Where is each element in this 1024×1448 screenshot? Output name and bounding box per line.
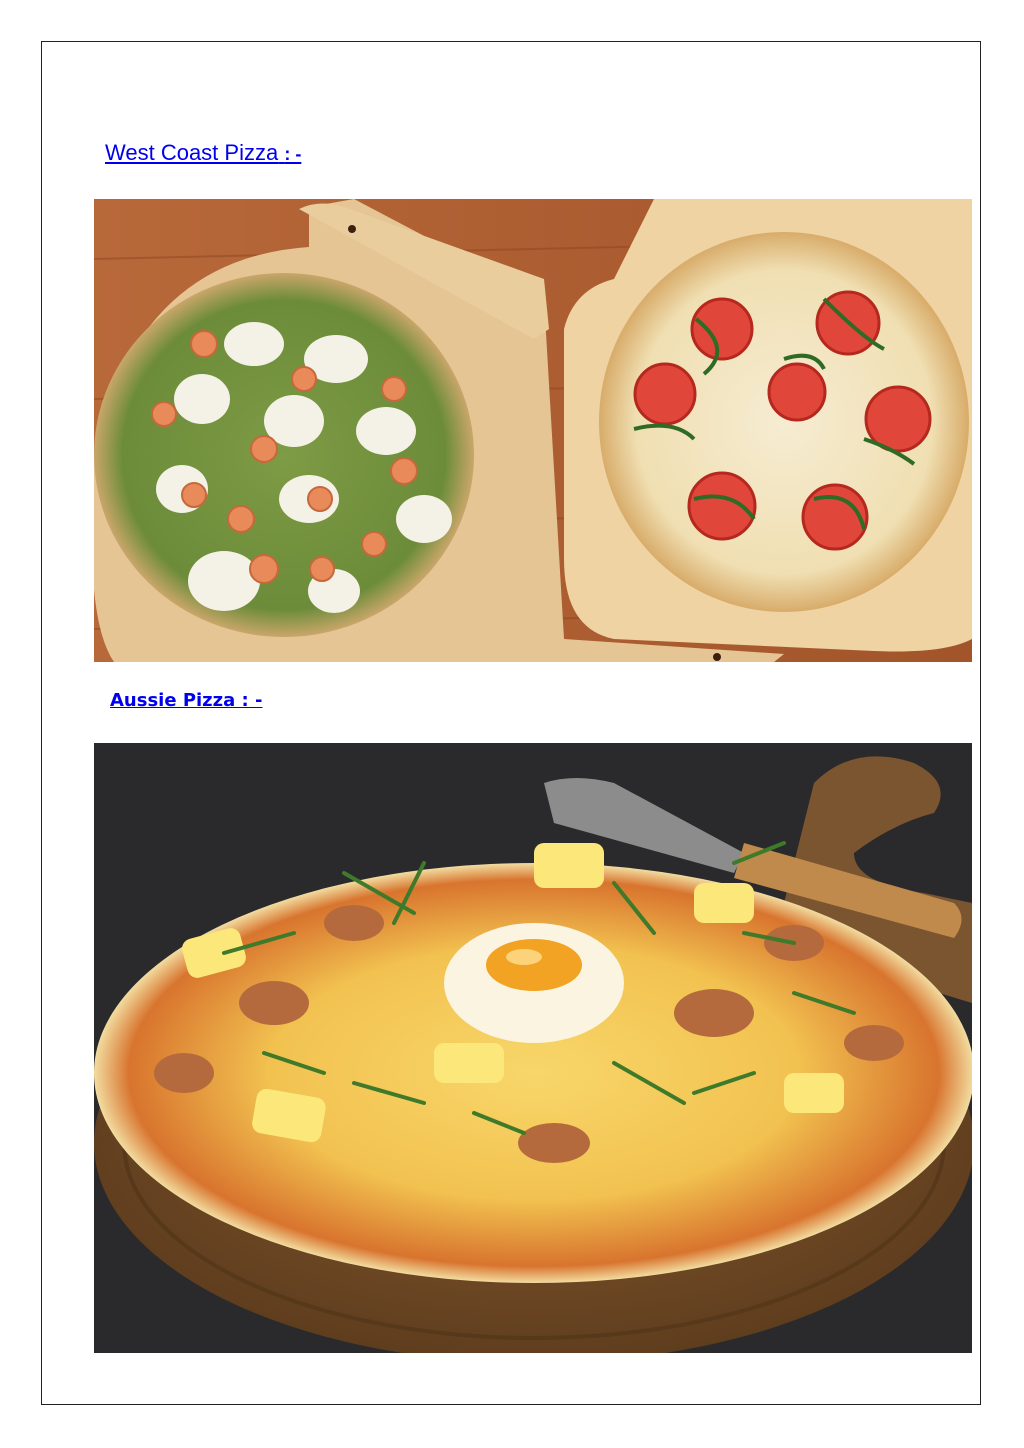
west-coast-pizza-link[interactable]: West Coast Pizza : - [105, 140, 301, 166]
west-coast-pizza-title: West Coast Pizza [105, 140, 279, 165]
aussie-pizza-photo [94, 743, 972, 1353]
aussie-pizza-link[interactable]: Aussie Pizza : - [110, 690, 262, 711]
west-coast-pizza-photo [94, 199, 972, 662]
west-coast-pizza-separator: : - [284, 144, 302, 164]
